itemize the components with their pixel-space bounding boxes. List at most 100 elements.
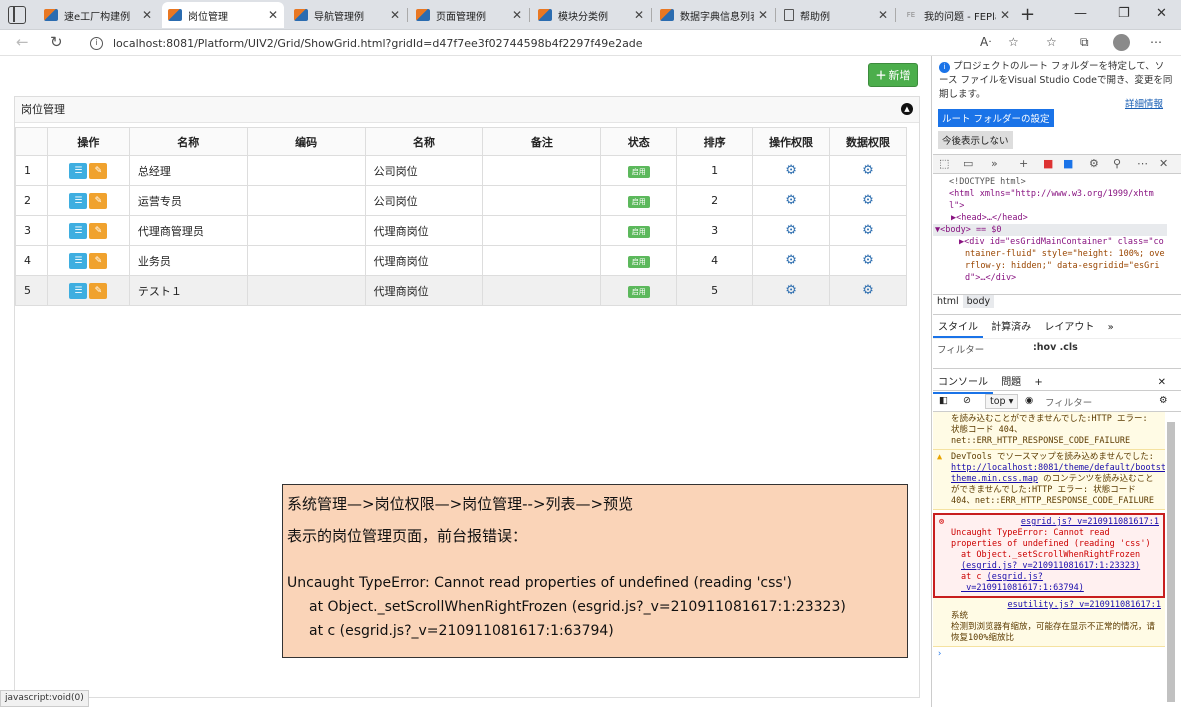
dom-node[interactable]: ▶<head>…</head>: [933, 212, 1167, 224]
tab-factory[interactable]: 速e工厂构建例 ✕: [38, 2, 158, 28]
inspect-icon[interactable]: ⬚: [939, 157, 949, 170]
gear-icon[interactable]: ⚙: [862, 253, 874, 268]
window-close-icon[interactable]: ✕: [1156, 6, 1167, 21]
dom-node[interactable]: d">…</div>: [933, 272, 1167, 284]
url-field[interactable]: i localhost:8081/Platform/UIV2/Grid/ShowG…: [82, 32, 940, 54]
close-icon[interactable]: ✕: [268, 8, 278, 22]
dom-node-selected[interactable]: ▼<body> == $0: [933, 224, 1167, 236]
console-filter-input[interactable]: フィルター: [1045, 395, 1092, 409]
error-source-link[interactable]: esgrid.js?_v=210911081617:1: [1021, 517, 1159, 527]
crumb-body[interactable]: body: [962, 295, 995, 308]
gear-icon[interactable]: ⚙: [785, 283, 797, 298]
favorite-star-icon[interactable]: ☆: [1008, 35, 1019, 49]
close-icon[interactable]: ✕: [758, 8, 768, 22]
reload-icon[interactable]: ↻: [50, 33, 63, 51]
styles-filter-options[interactable]: :hov .cls: [1033, 342, 1078, 353]
table-row[interactable]: 2 ☰ ✎ 运营专员 公司岗位 启用 2 ⚙ ⚙: [15, 185, 907, 216]
tab-actions-icon[interactable]: [8, 6, 26, 24]
dom-node[interactable]: <html xmlns="http://www.w3.org/1999/xhtm: [933, 188, 1167, 200]
tab-layout[interactable]: レイアウト: [1039, 315, 1099, 336]
warning-source-link[interactable]: esutility.js?_v=210911081617:1: [1007, 600, 1161, 610]
close-icon[interactable]: ✕: [512, 8, 522, 22]
more-icon[interactable]: ⋯: [1137, 157, 1148, 170]
dont-show-again-button[interactable]: 今後表示しない: [938, 131, 1013, 149]
list-icon[interactable]: ☰: [69, 252, 88, 269]
close-icon[interactable]: ✕: [634, 8, 644, 22]
more-icon[interactable]: ⋯: [1150, 35, 1162, 49]
error-count-icon[interactable]: ■: [1043, 157, 1053, 170]
device-icon[interactable]: ▭: [963, 157, 973, 170]
minimize-icon[interactable]: —: [1074, 6, 1087, 21]
col-sort[interactable]: 排序: [676, 127, 754, 156]
context-select[interactable]: top ▾: [985, 394, 1019, 409]
console-scrollbar[interactable]: [1167, 422, 1175, 702]
tab-computed[interactable]: 計算済み: [986, 315, 1036, 336]
info-icon[interactable]: i: [90, 36, 103, 50]
dom-node[interactable]: rflow-y: hidden;" data-esgridid="esGri: [933, 260, 1167, 272]
add-button[interactable]: ＋新增: [868, 63, 918, 87]
dom-node[interactable]: ntainer-fluid" style="height: 100%; ove: [933, 248, 1167, 260]
dom-node[interactable]: l">: [933, 200, 1167, 212]
edit-icon[interactable]: ✎: [89, 282, 108, 299]
edit-icon[interactable]: ✎: [89, 162, 108, 179]
col-name[interactable]: 名称: [128, 127, 248, 156]
gear-icon[interactable]: ⚙: [862, 193, 874, 208]
tab-pages[interactable]: 页面管理例 ✕: [410, 2, 528, 28]
list-icon[interactable]: ☰: [69, 192, 88, 209]
tab-styles[interactable]: スタイル: [933, 315, 983, 338]
tab-navigation[interactable]: 导航管理例 ✕: [288, 2, 406, 28]
tab-help[interactable]: 帮助例 ✕: [778, 2, 894, 28]
more-tabs-icon[interactable]: »: [1103, 319, 1119, 336]
stack-link-1[interactable]: (esgrid.js?_v=210911081617:1:23323): [961, 561, 1140, 571]
list-icon[interactable]: ☰: [69, 222, 88, 239]
sidebar-icon[interactable]: ◧: [939, 395, 948, 406]
add-tab-icon[interactable]: +: [1019, 157, 1028, 170]
dom-node[interactable]: ▶<div id="esGridMainContainer" class="co: [933, 236, 1167, 248]
favorites-icon[interactable]: ☆: [1046, 35, 1057, 49]
edit-icon[interactable]: ✎: [89, 192, 108, 209]
table-row[interactable]: 3 ☰ ✎ 代理商管理员 代理商岗位 启用 3 ⚙ ⚙: [15, 215, 907, 246]
restore-icon[interactable]: ❐: [1118, 6, 1130, 21]
tab-issues[interactable]: 問題: [996, 369, 1026, 392]
tab-dictionary[interactable]: 数据字典信息列表 ✕: [654, 2, 774, 28]
collapse-up-icon[interactable]: ▲: [901, 103, 913, 115]
close-icon[interactable]: ✕: [142, 8, 152, 22]
dom-node[interactable]: <!DOCTYPE html>: [933, 176, 1167, 188]
eye-icon[interactable]: ◉: [1025, 395, 1033, 406]
list-icon[interactable]: ☰: [69, 162, 88, 179]
settings-gear-icon[interactable]: ⚙: [1089, 157, 1099, 170]
set-root-folder-button[interactable]: ルート フォルダーの設定: [938, 109, 1054, 127]
tab-issues[interactable]: FE 我的问题 - FEPlat ✕: [898, 2, 1016, 28]
connect-icon[interactable]: ⚲: [1113, 157, 1121, 170]
read-aloud-icon[interactable]: Aᐧ: [980, 35, 991, 49]
close-icon[interactable]: ✕: [1159, 157, 1168, 170]
gear-icon[interactable]: ⚙: [785, 163, 797, 178]
tab-module[interactable]: 模块分类例 ✕: [532, 2, 650, 28]
gear-icon[interactable]: ⚙: [785, 253, 797, 268]
message-count-icon[interactable]: ■: [1063, 157, 1073, 170]
edit-icon[interactable]: ✎: [89, 222, 108, 239]
styles-filter-input[interactable]: フィルター: [937, 345, 984, 356]
gear-icon[interactable]: ⚙: [785, 193, 797, 208]
gear-icon[interactable]: ⚙: [785, 223, 797, 238]
collections-icon[interactable]: ⧉: [1080, 35, 1089, 50]
list-icon[interactable]: ☰: [69, 282, 88, 299]
console-prompt[interactable]: ›: [933, 647, 1165, 662]
table-row[interactable]: 1 ☰ ✎ 总经理 公司岗位 启用 1 ⚙ ⚙: [15, 155, 907, 186]
col-status[interactable]: 状态: [600, 127, 678, 156]
gear-icon[interactable]: ⚙: [862, 283, 874, 298]
learn-more-link[interactable]: 詳細情報: [1125, 96, 1163, 110]
back-arrow-icon[interactable]: ←: [16, 33, 29, 51]
table-row[interactable]: 4 ☰ ✎ 业务员 代理商岗位 启用 4 ⚙ ⚙: [15, 245, 907, 276]
gear-icon[interactable]: ⚙: [862, 223, 874, 238]
gear-icon[interactable]: ⚙: [862, 163, 874, 178]
close-icon[interactable]: ✕: [1000, 8, 1010, 22]
clear-console-icon[interactable]: ⊘: [963, 395, 971, 406]
new-tab-icon[interactable]: +: [1020, 4, 1035, 25]
col-note[interactable]: 备注: [482, 127, 602, 156]
table-row-selected[interactable]: 5 ☰ ✎ テスト１ 代理商岗位 启用 5 ⚙ ⚙: [15, 275, 907, 306]
close-icon[interactable]: ✕: [390, 8, 400, 22]
edit-icon[interactable]: ✎: [89, 252, 108, 269]
close-icon[interactable]: ✕: [878, 8, 888, 22]
more-tabs-icon[interactable]: »: [991, 157, 998, 170]
